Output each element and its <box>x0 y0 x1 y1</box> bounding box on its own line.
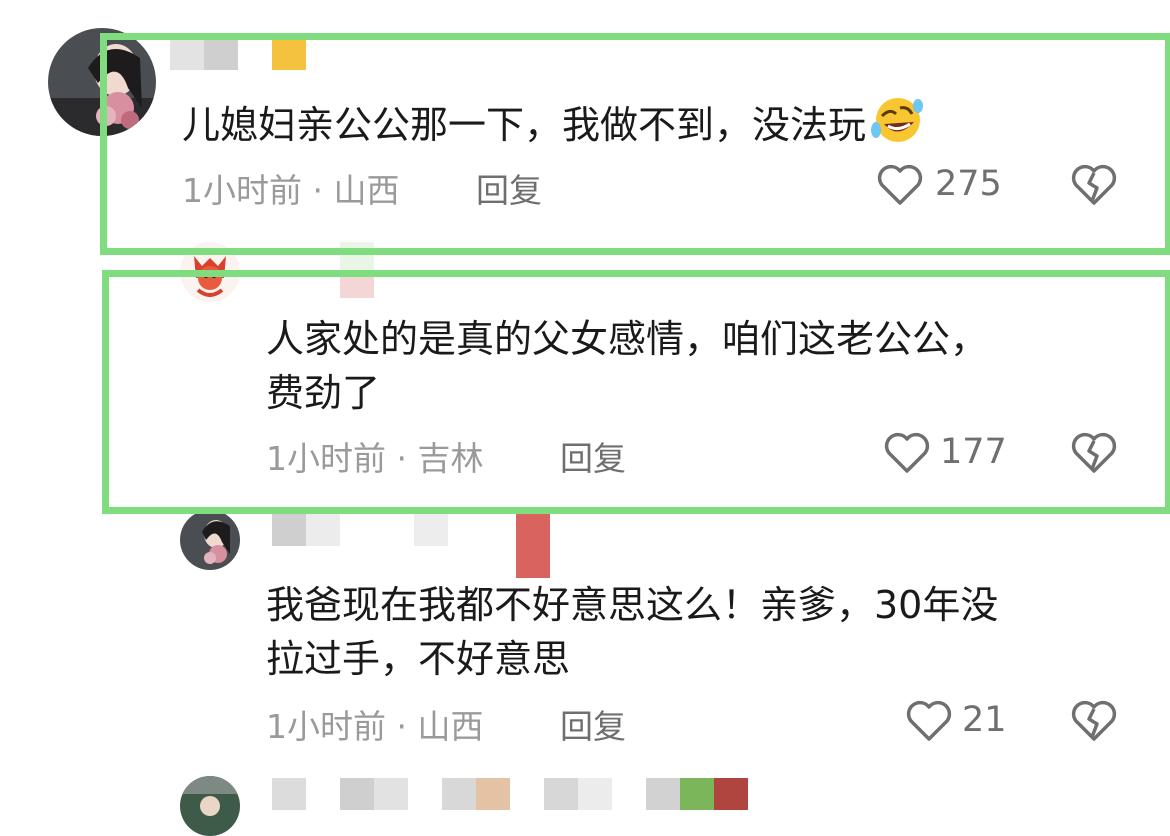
comment-3-text-line2: 拉过手，不好意思 <box>266 637 571 681</box>
comment-4-avatar[interactable] <box>180 776 240 836</box>
highlight-frame-comment-2 <box>102 270 1170 514</box>
dislike-broken-heart-icon[interactable] <box>1070 699 1118 747</box>
comment-3-avatar[interactable] <box>180 510 240 570</box>
comment-3-reply-button[interactable]: 回复 <box>560 700 626 748</box>
comment-3-like-count: 21 <box>962 700 1007 740</box>
like-heart-icon[interactable] <box>905 699 953 747</box>
comment-3-time-location: 1小时前 · 山西 <box>266 707 484 746</box>
comment-4-username-redacted <box>272 778 748 810</box>
comment-3-username-redacted <box>272 514 550 578</box>
comment-3-text-line1: 我爸现在我都不好意思这么！亲爹，30年没 <box>266 583 999 627</box>
highlight-frame-comment-1 <box>100 33 1170 255</box>
